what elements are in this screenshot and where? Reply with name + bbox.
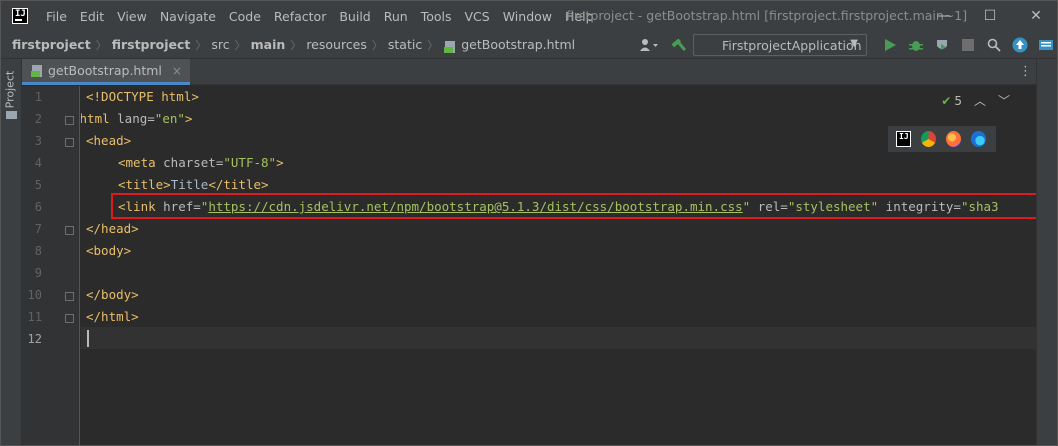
update-icon[interactable] — [1007, 33, 1033, 57]
menu-tools[interactable]: Tools — [421, 9, 452, 24]
right-tool-strip — [1036, 59, 1057, 445]
text-cursor — [87, 330, 89, 347]
menu-edit[interactable]: Edit — [80, 9, 104, 24]
close-button[interactable]: ✕ — [1013, 1, 1057, 31]
editor-tabs: getBootstrap.html × ⋮ — [22, 59, 1038, 85]
ide-window: IJ File Edit View Navigate Code Refactor Build… — [0, 0, 1058, 446]
settings-icon[interactable] — [1033, 33, 1057, 57]
line-number: 4 — [34, 156, 42, 170]
menu-bar: File Edit View Navigate Code Refactor Build Run… — [46, 9, 607, 24]
debug-icon[interactable] — [903, 33, 929, 57]
fold-marker-icon[interactable] — [65, 226, 74, 235]
breadcrumb-module[interactable]: firstproject — [112, 37, 191, 52]
chrome-icon[interactable] — [921, 131, 937, 147]
menu-run[interactable]: Run — [384, 9, 408, 24]
code-editor[interactable]: <!DOCTYPE html> <html lang="en"> <head> … — [81, 86, 1038, 445]
menu-build[interactable]: Build — [339, 9, 370, 24]
stop-icon[interactable] — [955, 33, 981, 57]
run-icon[interactable] — [877, 33, 903, 57]
breadcrumb-static[interactable]: static — [388, 37, 422, 52]
search-icon[interactable] — [981, 33, 1007, 57]
code-line-4: <meta charset="UTF-8"> — [118, 155, 284, 170]
tab-label: getBootstrap.html — [48, 63, 162, 78]
breadcrumb-project[interactable]: firstproject — [12, 37, 91, 52]
fold-marker-icon[interactable] — [65, 292, 74, 301]
more-vertical-icon[interactable]: ⋮ — [1019, 64, 1032, 79]
breadcrumb-file[interactable]: getBootstrap.html — [461, 37, 575, 52]
coverage-icon[interactable] — [929, 33, 955, 57]
line-number: 6 — [34, 200, 42, 214]
browser-preview-popup: IJ — [887, 125, 997, 153]
line-number: 12 — [27, 332, 42, 346]
navigation-bar: firstproject 〉 firstproject 〉 src 〉 main… — [1, 31, 1057, 59]
chevron-right-icon: 〉 — [195, 38, 207, 52]
chevron-right-icon: 〉 — [371, 38, 383, 52]
left-tool-strip: Project — [1, 59, 22, 445]
menu-window[interactable]: Window — [503, 9, 552, 24]
build-hammer-icon[interactable] — [667, 33, 693, 57]
chevron-down-icon[interactable]: ﹀ — [998, 92, 1010, 109]
intellij-icon[interactable]: IJ — [896, 131, 912, 147]
html-file-icon — [444, 40, 456, 53]
code-line-7: </head> — [86, 221, 139, 236]
toolbar: FirstprojectApplication ▼ — [631, 31, 1057, 59]
menu-vcs[interactable]: VCS — [465, 9, 490, 24]
line-number: 7 — [34, 222, 42, 236]
fold-marker-icon[interactable] — [65, 138, 74, 147]
line-number: 5 — [34, 178, 42, 192]
edge-icon[interactable] — [971, 131, 986, 147]
breadcrumb-src[interactable]: src — [211, 37, 229, 52]
code-line-2: <html lang="en"> — [81, 111, 193, 126]
menu-view[interactable]: View — [117, 9, 147, 24]
line-number: 1 — [34, 90, 42, 104]
tab-getbootstrap[interactable]: getBootstrap.html × — [22, 59, 190, 85]
folder-icon — [6, 111, 17, 119]
close-icon[interactable]: × — [172, 64, 182, 78]
chevron-right-icon: 〉 — [290, 38, 302, 52]
code-line-1: <!DOCTYPE html> — [86, 89, 199, 104]
minimize-button[interactable]: — — [921, 1, 967, 31]
code-line-3: <head> — [86, 133, 132, 148]
chevron-right-icon: 〉 — [234, 38, 246, 52]
window-title: firstproject - getBootstrap.html [firstp… — [566, 8, 968, 23]
maximize-button[interactable]: ☐ — [967, 1, 1013, 31]
run-configuration-select[interactable]: FirstprojectApplication ▼ — [693, 34, 867, 56]
user-icon[interactable] — [631, 33, 667, 57]
line-number: 2 — [34, 112, 42, 126]
menu-file[interactable]: File — [46, 9, 67, 24]
breadcrumb-main[interactable]: main — [251, 37, 286, 52]
chevron-right-icon: 〉 — [427, 38, 439, 52]
check-icon: ✔ — [941, 93, 952, 108]
code-line-10: </body> — [86, 287, 139, 302]
project-tool-tab[interactable]: Project — [3, 67, 19, 119]
current-line-highlight — [81, 327, 1038, 349]
highlight-annotation-box — [111, 193, 1038, 219]
line-number-gutter: 1 2 3 4 5 6 7 8 9 10 11 12 — [22, 86, 80, 445]
window-controls: — ☐ ✕ — [921, 1, 1057, 31]
title-bar: IJ File Edit View Navigate Code Refactor Build… — [1, 1, 1057, 31]
inspection-widget[interactable]: ✔ 5 ︿ ﹀ — [941, 92, 1010, 109]
line-number: 10 — [27, 288, 42, 302]
line-number: 9 — [34, 266, 42, 280]
breadcrumb: firstproject 〉 firstproject 〉 src 〉 main… — [12, 37, 575, 53]
menu-refactor[interactable]: Refactor — [274, 9, 326, 24]
chevron-up-icon[interactable]: ︿ — [974, 92, 986, 109]
breadcrumb-resources[interactable]: resources — [306, 37, 367, 52]
firefox-icon[interactable] — [946, 131, 962, 147]
html-file-icon — [31, 64, 42, 77]
code-line-11: </html> — [86, 309, 139, 324]
line-number: 11 — [27, 310, 42, 324]
intellij-logo-icon: IJ — [12, 8, 28, 24]
chevron-down-icon: ▼ — [850, 38, 858, 49]
code-line-8: <body> — [86, 243, 132, 258]
inspection-count: 5 — [954, 93, 962, 108]
line-number: 8 — [34, 244, 42, 258]
fold-marker-icon[interactable] — [65, 314, 74, 323]
fold-marker-icon[interactable] — [65, 116, 74, 125]
menu-code[interactable]: Code — [229, 9, 261, 24]
line-number: 3 — [34, 134, 42, 148]
menu-navigate[interactable]: Navigate — [160, 9, 216, 24]
chevron-right-icon: 〉 — [95, 38, 107, 52]
